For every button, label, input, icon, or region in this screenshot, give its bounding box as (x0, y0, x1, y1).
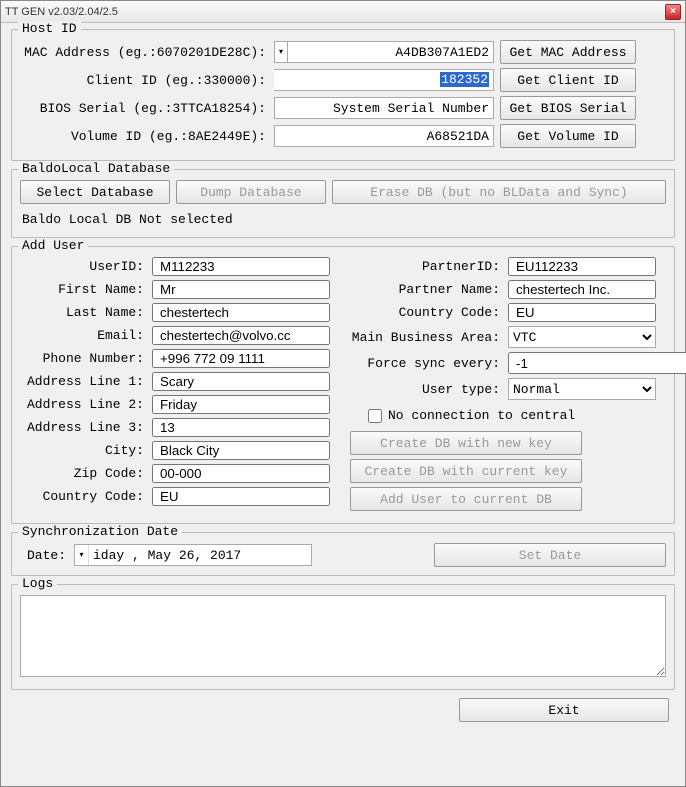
get-bios-button[interactable]: Get BIOS Serial (500, 96, 636, 120)
group-title-db: BaldoLocal Database (18, 161, 174, 176)
get-client-id-button[interactable]: Get Client ID (500, 68, 636, 92)
date-picker[interactable]: ▾ iday , May 26, 2017 (74, 544, 312, 566)
exit-button[interactable]: Exit (459, 698, 669, 722)
close-icon[interactable]: × (665, 4, 681, 20)
get-mac-button[interactable]: Get MAC Address (500, 40, 636, 64)
label-pname: Partner Name: (350, 282, 502, 297)
usertype-select[interactable]: Normal (508, 378, 656, 400)
chevron-down-icon[interactable]: ▾ (75, 545, 89, 565)
group-title-adduser: Add User (18, 238, 88, 253)
label-volume: Volume ID (eg.:8AE2449E): (20, 129, 268, 144)
dump-db-button[interactable]: Dump Database (176, 180, 326, 204)
city-input[interactable] (152, 441, 330, 460)
group-db: BaldoLocal Database Select Database Dump… (11, 169, 675, 238)
group-title-logs: Logs (18, 576, 57, 591)
phone-input[interactable] (152, 349, 330, 368)
label-partnerid: PartnerID: (350, 259, 502, 274)
label-ccode: Country Code: (20, 489, 146, 504)
window-title: TT GEN v2.03/2.04/2.5 (5, 6, 665, 18)
app-window: TT GEN v2.03/2.04/2.5 × Host ID MAC Addr… (0, 0, 686, 787)
mba-select[interactable]: VTC (508, 326, 656, 348)
volume-input[interactable] (274, 125, 494, 147)
create-db-new-key-button[interactable]: Create DB with new key (350, 431, 582, 455)
label-utype: User type: (350, 382, 502, 397)
logs-textarea[interactable] (20, 595, 666, 677)
partnerid-input[interactable] (508, 257, 656, 276)
addr3-input[interactable] (152, 418, 330, 437)
sync-value-input[interactable] (508, 352, 686, 374)
get-volume-button[interactable]: Get Volume ID (500, 124, 636, 148)
set-date-button[interactable]: Set Date (434, 543, 666, 567)
label-addr2: Address Line 2: (20, 397, 146, 412)
group-sync-date: Synchronization Date Date: ▾ iday , May … (11, 532, 675, 576)
label-email: Email: (20, 328, 146, 343)
sync-spinner[interactable]: ▲ ▼ (508, 352, 656, 374)
addr1-input[interactable] (152, 372, 330, 391)
label-phone: Phone Number: (20, 351, 146, 366)
label-first: First Name: (20, 282, 146, 297)
group-title-host: Host ID (18, 21, 81, 36)
group-title-sync: Synchronization Date (18, 524, 182, 539)
last-name-input[interactable] (152, 303, 330, 322)
label-addr1: Address Line 1: (20, 374, 146, 389)
first-name-input[interactable] (152, 280, 330, 299)
label-bios: BIOS Serial (eg.:3TTCA18254): (20, 101, 268, 116)
label-mba: Main Business Area: (350, 330, 502, 345)
group-add-user: Add User UserID: First Name: Last Name: … (11, 246, 675, 524)
partner-name-input[interactable] (508, 280, 656, 299)
label-client-id: Client ID (eg.:330000): (20, 73, 268, 88)
titlebar: TT GEN v2.03/2.04/2.5 × (1, 1, 685, 23)
db-status-text: Baldo Local DB Not selected (20, 208, 666, 229)
mac-combo[interactable]: ▾ (274, 41, 494, 63)
addr2-input[interactable] (152, 395, 330, 414)
bios-input[interactable] (274, 97, 494, 119)
ccode-input[interactable] (152, 487, 330, 506)
group-host-id: Host ID MAC Address (eg.:6070201DE28C): … (11, 29, 675, 161)
mac-input[interactable] (288, 41, 494, 63)
erase-db-button[interactable]: Erase DB (but no BLData and Sync) (332, 180, 666, 204)
client-id-selected-text: 182352 (440, 72, 489, 87)
create-db-current-key-button[interactable]: Create DB with current key (350, 459, 582, 483)
email-input[interactable] (152, 326, 330, 345)
label-city: City: (20, 443, 146, 458)
group-logs: Logs (11, 584, 675, 690)
label-userid: UserID: (20, 259, 146, 274)
select-db-button[interactable]: Select Database (20, 180, 170, 204)
label-zip: Zip Code: (20, 466, 146, 481)
label-date: Date: (20, 548, 68, 563)
label-mac: MAC Address (eg.:6070201DE28C): (20, 45, 268, 60)
no-connection-label: No connection to central (388, 408, 575, 423)
label-sync: Force sync every: (350, 356, 502, 371)
chevron-down-icon[interactable]: ▾ (274, 41, 288, 63)
add-user-current-db-button[interactable]: Add User to current DB (350, 487, 582, 511)
zip-input[interactable] (152, 464, 330, 483)
no-connection-checkbox[interactable] (368, 409, 382, 423)
label-addr3: Address Line 3: (20, 420, 146, 435)
date-value: iday , May 26, 2017 (89, 548, 311, 563)
partner-ccode-input[interactable] (508, 303, 656, 322)
client-area: Host ID MAC Address (eg.:6070201DE28C): … (1, 23, 685, 732)
label-pccode: Country Code: (350, 305, 502, 320)
userid-input[interactable] (152, 257, 330, 276)
label-last: Last Name: (20, 305, 146, 320)
